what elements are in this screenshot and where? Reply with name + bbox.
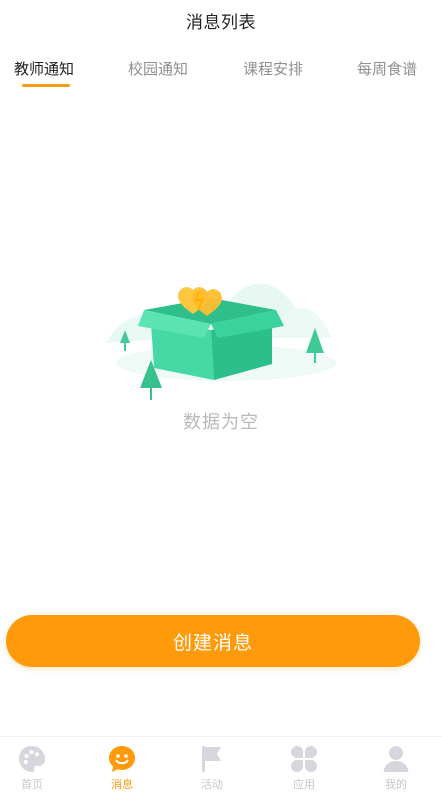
palette-icon <box>19 746 45 772</box>
user-icon <box>383 746 409 772</box>
nav-label-activities: 活动 <box>201 778 223 791</box>
nav-label-profile: 我的 <box>385 778 407 791</box>
nav-label-apps: 应用 <box>293 778 315 791</box>
nav-label-messages: 消息 <box>111 778 133 791</box>
title-bar: 消息列表 <box>0 0 442 40</box>
nav-item-messages[interactable]: 消息 <box>92 743 152 797</box>
smile-chat-icon <box>109 746 135 772</box>
create-message-button[interactable]: 创建消息 <box>6 615 420 667</box>
tab-bar: 教师通知 校园通知 课程安排 每周食谱 <box>0 48 442 92</box>
tab-campus-notice[interactable]: 校园通知 <box>128 58 188 88</box>
nav-item-home[interactable]: 首页 <box>2 743 62 797</box>
nav-label-home: 首页 <box>21 778 43 791</box>
active-tab-indicator <box>22 84 70 87</box>
clover-grid-icon <box>291 746 317 772</box>
flag-icon <box>202 746 221 772</box>
create-message-label: 创建消息 <box>172 631 253 654</box>
page-title: 消息列表 <box>186 12 256 33</box>
nav-item-profile[interactable]: 我的 <box>366 743 426 797</box>
tab-course-schedule[interactable]: 课程安排 <box>243 58 303 88</box>
tab-weekly-menu[interactable]: 每周食谱 <box>357 58 417 88</box>
nav-item-activities[interactable]: 活动 <box>182 743 242 797</box>
nav-item-apps[interactable]: 应用 <box>274 743 334 797</box>
empty-state-text: 数据为空 <box>183 412 259 433</box>
bottom-navigation: 首页 消息 活动 应用 我的 <box>0 736 442 797</box>
